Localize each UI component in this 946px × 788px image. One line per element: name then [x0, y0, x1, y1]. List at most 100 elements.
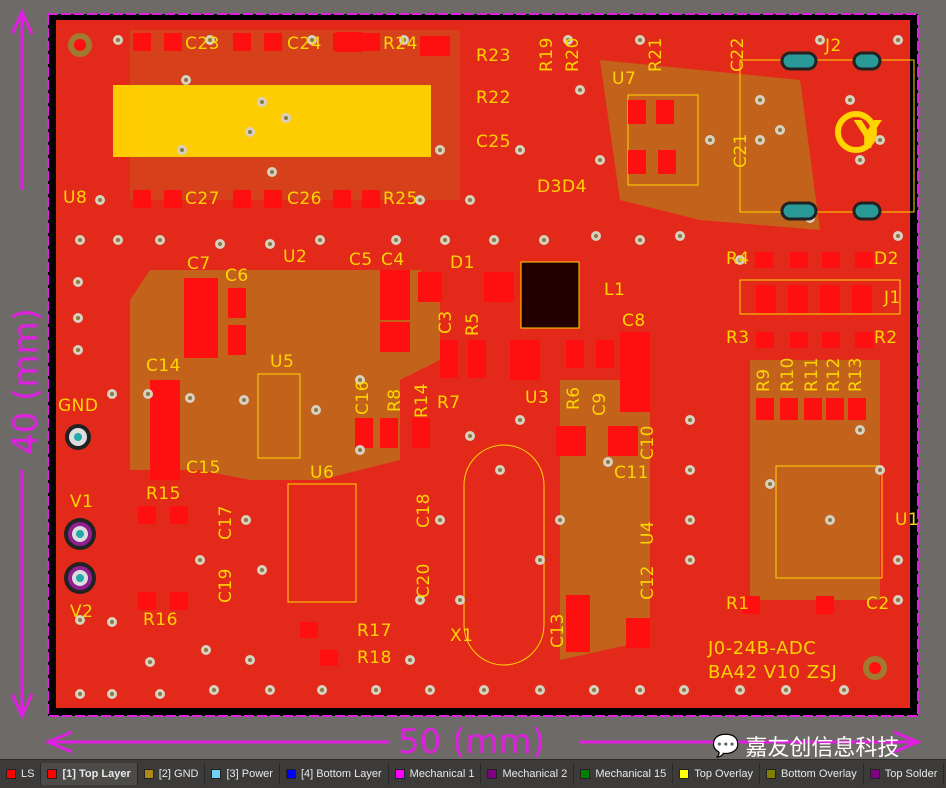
- via: [265, 685, 275, 695]
- via: [535, 555, 545, 565]
- ref-r23: R23: [476, 46, 511, 66]
- layer-tab[interactable]: Mechanical 1: [389, 763, 482, 785]
- via: [781, 685, 791, 695]
- ref-c16: C16: [353, 379, 373, 415]
- pad: [150, 460, 180, 480]
- layer-tab[interactable]: Bottom Overlay: [760, 763, 864, 785]
- via: [515, 145, 525, 155]
- layer-tab[interactable]: LS: [0, 763, 42, 785]
- via: [635, 35, 645, 45]
- ref-v1: V1: [70, 492, 94, 512]
- via: [107, 389, 117, 399]
- pad: [788, 285, 808, 313]
- via: [317, 685, 327, 695]
- pad: [626, 618, 650, 648]
- layer-tab[interactable]: Mechanical 15: [574, 763, 674, 785]
- via: [245, 655, 255, 665]
- ref-r4: R4: [726, 249, 750, 269]
- via: [815, 35, 825, 45]
- via: [893, 35, 903, 45]
- pad: [756, 285, 776, 313]
- via: [705, 135, 715, 145]
- layer-tab-label: Mechanical 2: [502, 768, 568, 780]
- via: [575, 85, 585, 95]
- pad: [138, 506, 156, 524]
- ref-u1: U1: [895, 510, 920, 530]
- pad: [138, 592, 156, 610]
- via: [201, 645, 211, 655]
- via: [855, 425, 865, 435]
- via: [391, 235, 401, 245]
- ref-r17: R17: [357, 621, 392, 641]
- via: [75, 235, 85, 245]
- layer-color-swatch: [6, 769, 16, 779]
- via: [257, 565, 267, 575]
- pad: [420, 36, 450, 56]
- ref-u7: U7: [612, 69, 637, 89]
- via: [143, 389, 153, 399]
- ref-c2: C2: [866, 594, 890, 614]
- pad: [566, 622, 590, 652]
- layer-tab-label: [1] Top Layer: [62, 768, 131, 780]
- ref-l1: L1: [604, 280, 626, 300]
- ref-c11: C11: [614, 463, 650, 483]
- pad: [596, 340, 614, 368]
- layer-tab[interactable]: Mechanical 2: [481, 763, 575, 785]
- via: [281, 113, 291, 123]
- via: [75, 689, 85, 699]
- pad: [855, 332, 873, 348]
- pad: [233, 33, 251, 51]
- via: [73, 277, 83, 287]
- pad: [566, 595, 590, 625]
- layer-tab[interactable]: [4] Bottom Layer: [280, 763, 389, 785]
- via: [893, 231, 903, 241]
- ref-c4: C4: [381, 250, 405, 270]
- layer-color-swatch: [47, 769, 58, 779]
- ref-u6: U6: [310, 463, 335, 483]
- via: [145, 657, 155, 667]
- layer-tab[interactable]: Top Solder: [864, 763, 945, 785]
- layer-tab[interactable]: [1] Top Layer: [41, 763, 138, 785]
- layer-color-swatch: [869, 769, 880, 779]
- via: [185, 393, 195, 403]
- ref-c19: C19: [216, 567, 236, 603]
- layer-tab[interactable]: Top Overlay: [673, 763, 760, 785]
- ref-r19: R19: [537, 37, 557, 72]
- ref-d1: D1: [450, 253, 475, 273]
- pad: [164, 33, 182, 51]
- via: [775, 125, 785, 135]
- via: [685, 515, 695, 525]
- via: [675, 231, 685, 241]
- ref-c22: C22: [728, 36, 748, 72]
- ref-u3: U3: [525, 388, 550, 408]
- ref-u4: U4: [638, 520, 658, 545]
- pad: [184, 278, 218, 358]
- ref-r11: R11: [802, 357, 822, 392]
- pad: [790, 332, 808, 348]
- pad: [355, 418, 373, 448]
- ref-c17: C17: [216, 504, 236, 540]
- pad: [756, 398, 774, 420]
- pad: [608, 426, 638, 456]
- via: [155, 689, 165, 699]
- via: [113, 35, 123, 45]
- ref-c23: C23: [185, 34, 221, 54]
- via: [479, 685, 489, 695]
- ref-c6: C6: [225, 266, 249, 286]
- pad: [412, 418, 430, 448]
- layer-color-swatch: [487, 769, 498, 779]
- ref-r7: R7: [437, 393, 461, 413]
- ref-r2: R2: [874, 328, 898, 348]
- via: [555, 515, 565, 525]
- ref-r25: R25: [383, 189, 418, 209]
- pad: [790, 252, 808, 268]
- layer-tab[interactable]: [3] Power: [205, 763, 280, 785]
- via: [595, 155, 605, 165]
- layer-tab[interactable]: [2] GND: [138, 763, 206, 785]
- ref-x1: X1: [450, 626, 474, 646]
- layer-tab-label: [3] Power: [226, 768, 273, 780]
- pad: [816, 596, 834, 614]
- pad: [170, 592, 188, 610]
- dimension-horizontal: 50 (mm): [398, 722, 545, 762]
- pad: [848, 398, 866, 420]
